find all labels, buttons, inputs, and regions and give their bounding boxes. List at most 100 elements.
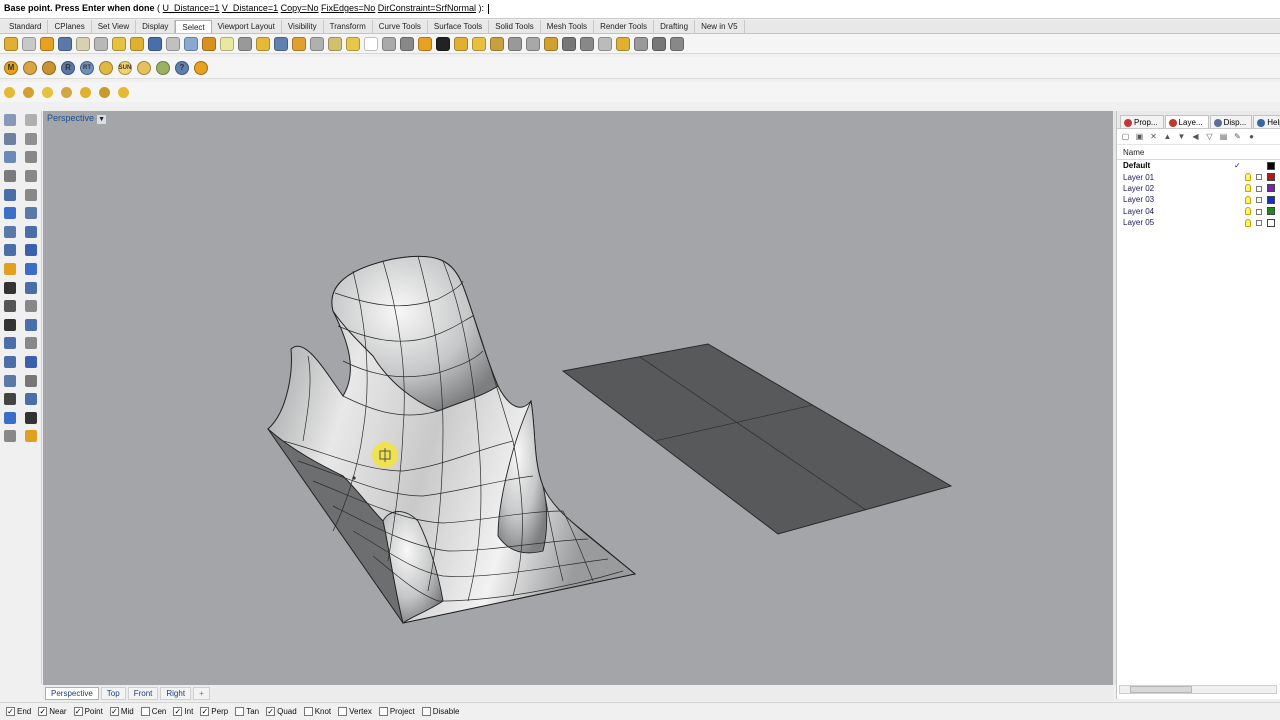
- layer-lock-icon[interactable]: [1256, 174, 1262, 181]
- layer-color-swatch[interactable]: [1267, 218, 1275, 227]
- flat-surface[interactable]: [561, 343, 953, 535]
- select-tool-icon[interactable]: [364, 36, 378, 51]
- layer-visibility-bulb-icon[interactable]: [1245, 218, 1251, 227]
- command-line[interactable]: Base point. Press Enter when done ( U_Di…: [0, 0, 1280, 19]
- select-tool-icon[interactable]: [616, 36, 630, 51]
- left-tool-icon[interactable]: [25, 244, 37, 257]
- select-tool-icon[interactable]: [418, 36, 432, 51]
- left-tool-icon[interactable]: [4, 244, 16, 257]
- left-tool-icon[interactable]: [4, 132, 16, 145]
- layer-row[interactable]: Default ✓: [1117, 160, 1280, 171]
- left-tool-icon[interactable]: [25, 225, 37, 238]
- directional-light-icon[interactable]: [80, 86, 91, 98]
- left-tool-icon[interactable]: [25, 393, 37, 406]
- delete-layer-icon[interactable]: ✕: [1149, 132, 1158, 141]
- panel-tab-laye[interactable]: Laye...: [1164, 115, 1209, 128]
- toolbar-tab-display[interactable]: Display: [136, 20, 176, 33]
- toolbar-tab-surface-tools[interactable]: Surface Tools: [428, 20, 490, 33]
- left-tool-icon[interactable]: [25, 281, 37, 294]
- new-layer-icon[interactable]: ▢: [1121, 132, 1130, 141]
- viewport-menu-chevron-icon[interactable]: ▼: [97, 115, 107, 124]
- add-viewport-tab-button[interactable]: +: [193, 686, 210, 700]
- toolbar-tab-cplanes[interactable]: CPlanes: [48, 20, 92, 33]
- osnap-perp[interactable]: Perp: [200, 707, 228, 716]
- layer-color-swatch[interactable]: [1267, 195, 1275, 204]
- osnap-mid[interactable]: Mid: [109, 707, 134, 716]
- select-tool-icon[interactable]: [526, 36, 540, 51]
- osnap-checkbox[interactable]: [200, 707, 210, 716]
- select-tool-icon[interactable]: [130, 36, 144, 51]
- panel-tab-prop[interactable]: Prop...: [1120, 115, 1164, 128]
- left-tool-icon[interactable]: [25, 188, 37, 201]
- layer-color-swatch[interactable]: [1267, 184, 1275, 193]
- viewport-tab-perspective[interactable]: Perspective: [45, 686, 99, 700]
- layer-lock-icon[interactable]: [1256, 185, 1262, 192]
- layer-row[interactable]: Layer 02: [1117, 183, 1280, 194]
- select-tool-icon[interactable]: [40, 36, 54, 51]
- left-tool-icon[interactable]: [4, 114, 16, 127]
- osnap-checkbox[interactable]: [421, 707, 431, 716]
- osnap-project[interactable]: Project: [378, 707, 415, 716]
- osnap-checkbox[interactable]: [6, 707, 15, 716]
- layer-visibility-bulb-icon[interactable]: [1245, 173, 1251, 182]
- osnap-cen[interactable]: Cen: [140, 707, 166, 716]
- left-tool-icon[interactable]: [4, 337, 16, 350]
- move-up-icon[interactable]: ▲: [1163, 132, 1172, 141]
- left-tool-icon[interactable]: [25, 132, 37, 145]
- select-tool-icon[interactable]: [310, 36, 324, 51]
- toolbar-tab-select[interactable]: Select: [175, 20, 212, 33]
- select-tool-icon[interactable]: [562, 36, 576, 51]
- left-tool-icon[interactable]: [25, 411, 37, 424]
- filter-icon[interactable]: ▽: [1205, 132, 1214, 141]
- left-tool-icon[interactable]: [4, 356, 16, 369]
- rendered-icon[interactable]: RT: [80, 60, 94, 75]
- viewport-tab-front[interactable]: Front: [127, 686, 159, 700]
- viewport-tab-right[interactable]: Right: [160, 686, 192, 700]
- select-tool-icon[interactable]: [454, 36, 468, 51]
- left-tool-icon[interactable]: [25, 207, 37, 220]
- help-icon[interactable]: ●: [1247, 132, 1256, 141]
- layer-color-swatch[interactable]: [1267, 173, 1275, 182]
- left-tool-icon[interactable]: [4, 430, 16, 443]
- select-tool-icon[interactable]: [580, 36, 594, 51]
- select-tool-icon[interactable]: [292, 36, 306, 51]
- toolbar-tab-curve-tools[interactable]: Curve Tools: [373, 20, 428, 33]
- materials-icon[interactable]: M: [4, 60, 18, 75]
- osnap-checkbox[interactable]: [378, 707, 388, 716]
- osnap-checkbox[interactable]: [266, 707, 276, 716]
- render-icon-3[interactable]: [42, 60, 56, 75]
- toolbar-tab-set-view[interactable]: Set View: [92, 20, 137, 33]
- left-tool-icon[interactable]: [25, 151, 37, 164]
- move-down-icon[interactable]: ▼: [1177, 132, 1186, 141]
- select-tool-icon[interactable]: [652, 36, 666, 51]
- select-tool-icon[interactable]: [436, 36, 450, 51]
- select-tool-icon[interactable]: [166, 36, 180, 51]
- layer-lock-icon[interactable]: [1256, 197, 1262, 204]
- command-option[interactable]: FixEdges=No: [321, 3, 375, 13]
- osnap-checkbox[interactable]: [38, 707, 48, 716]
- scrollbar-thumb[interactable]: [1130, 686, 1192, 693]
- osnap-near[interactable]: Near: [38, 707, 67, 716]
- panel-tab-help[interactable]: Help: [1253, 115, 1280, 128]
- layer-row[interactable]: Layer 03: [1117, 194, 1280, 205]
- left-tool-icon[interactable]: [4, 263, 16, 276]
- select-tool-icon[interactable]: [220, 36, 234, 51]
- osnap-int[interactable]: Int: [173, 707, 193, 716]
- left-tool-icon[interactable]: [4, 393, 16, 406]
- left-tool-icon[interactable]: [25, 318, 37, 331]
- left-tool-icon[interactable]: [4, 225, 16, 238]
- left-tool-icon[interactable]: [4, 281, 16, 294]
- toolbar-tab-new-in-v5[interactable]: New in V5: [695, 20, 745, 33]
- help-icon[interactable]: ?: [175, 60, 189, 75]
- point-light-icon[interactable]: [42, 86, 53, 98]
- left-tool-icon[interactable]: [25, 430, 37, 443]
- select-tool-icon[interactable]: [256, 36, 270, 51]
- command-option[interactable]: DirConstraint=SrfNormal: [378, 3, 476, 13]
- panel-tab-disp[interactable]: Disp...: [1209, 115, 1253, 128]
- layer-row[interactable]: Layer 04: [1117, 206, 1280, 217]
- left-tool-icon[interactable]: [25, 337, 37, 350]
- new-sublayer-icon[interactable]: ▣: [1135, 132, 1144, 141]
- left-tool-icon[interactable]: [4, 374, 16, 387]
- left-tool-icon[interactable]: [4, 188, 16, 201]
- layer-color-swatch[interactable]: [1267, 161, 1275, 170]
